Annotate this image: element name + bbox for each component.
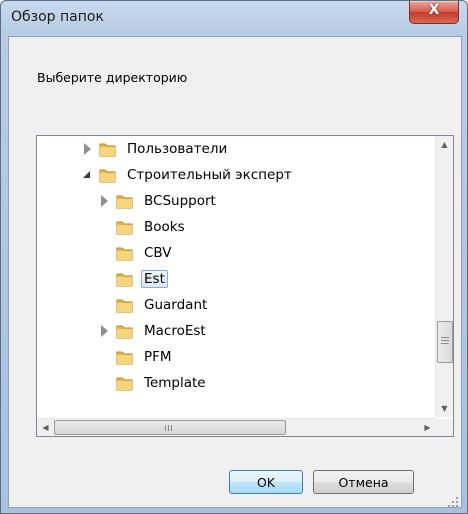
expand-arrow-icon[interactable] [83, 143, 93, 155]
vertical-scrollbar[interactable]: ▲ ▼ [435, 136, 453, 417]
tree-item-label: BCSupport [144, 193, 216, 209]
close-button[interactable]: X [409, 1, 459, 24]
scroll-right-icon[interactable]: ▶ [419, 419, 436, 436]
scroll-down-icon[interactable]: ▼ [436, 400, 453, 417]
expand-arrow-icon[interactable] [100, 195, 110, 207]
tree-item[interactable]: Пользователи [83, 138, 230, 160]
tree-item-selected[interactable]: Est [116, 268, 168, 290]
tree-item-label: PFM [144, 349, 172, 365]
folder-icon [116, 245, 134, 261]
tree-item-label: Est [141, 270, 168, 288]
folder-icon [116, 349, 134, 365]
scroll-up-icon[interactable]: ▲ [436, 136, 453, 153]
tree-item[interactable]: Template [116, 372, 209, 394]
horizontal-scrollbar[interactable]: ◀ ▶ [37, 418, 436, 436]
tree-item[interactable]: MacroEst [100, 320, 209, 342]
vertical-scroll-thumb[interactable] [437, 321, 453, 363]
cancel-button[interactable]: Отмена [313, 470, 414, 494]
expand-arrow-icon[interactable] [100, 325, 110, 337]
tree-item-label: Template [144, 375, 206, 391]
folder-browse-dialog: Обзор папок X Выберите директорию Пользо… [0, 0, 468, 514]
folder-tree[interactable]: Пользователи Строительный эксперт BCSupp… [36, 135, 454, 437]
tree-item[interactable]: CBV [116, 242, 175, 264]
scroll-left-icon[interactable]: ◀ [37, 419, 54, 436]
folder-icon [116, 323, 134, 339]
tree-item-label: Books [144, 219, 185, 235]
folder-icon [99, 141, 117, 157]
tree-item[interactable]: Guardant [116, 294, 210, 316]
folder-icon [116, 193, 134, 209]
ok-button[interactable]: OK [229, 470, 303, 494]
folder-icon [116, 271, 134, 287]
title-bar[interactable]: Обзор папок X [1, 1, 467, 35]
scroll-corner [436, 419, 453, 436]
tree-item-label: CBV [144, 245, 172, 261]
dialog-client-area: Выберите директорию Пользователи Строите… [8, 36, 462, 508]
tree-item-label: MacroEst [144, 323, 206, 339]
folder-icon [116, 297, 134, 313]
folder-icon [99, 167, 117, 183]
tree-item-label: Guardant [144, 297, 208, 313]
folder-icon [116, 375, 134, 391]
tree-item[interactable]: Строительный эксперт [83, 164, 295, 186]
collapse-arrow-icon[interactable] [83, 169, 93, 181]
window-title: Обзор папок [11, 9, 104, 25]
prompt-label: Выберите директорию [37, 70, 188, 85]
tree-item[interactable]: BCSupport [100, 190, 219, 212]
folder-icon [116, 219, 134, 235]
tree-item-label: Пользователи [127, 141, 228, 157]
horizontal-scroll-thumb[interactable] [54, 420, 286, 435]
tree-item[interactable]: PFM [116, 346, 175, 368]
resize-grip-icon[interactable] [447, 493, 459, 507]
tree-item-label: Строительный эксперт [127, 167, 292, 183]
close-icon: X [428, 2, 440, 18]
tree-item[interactable]: Books [116, 216, 188, 238]
